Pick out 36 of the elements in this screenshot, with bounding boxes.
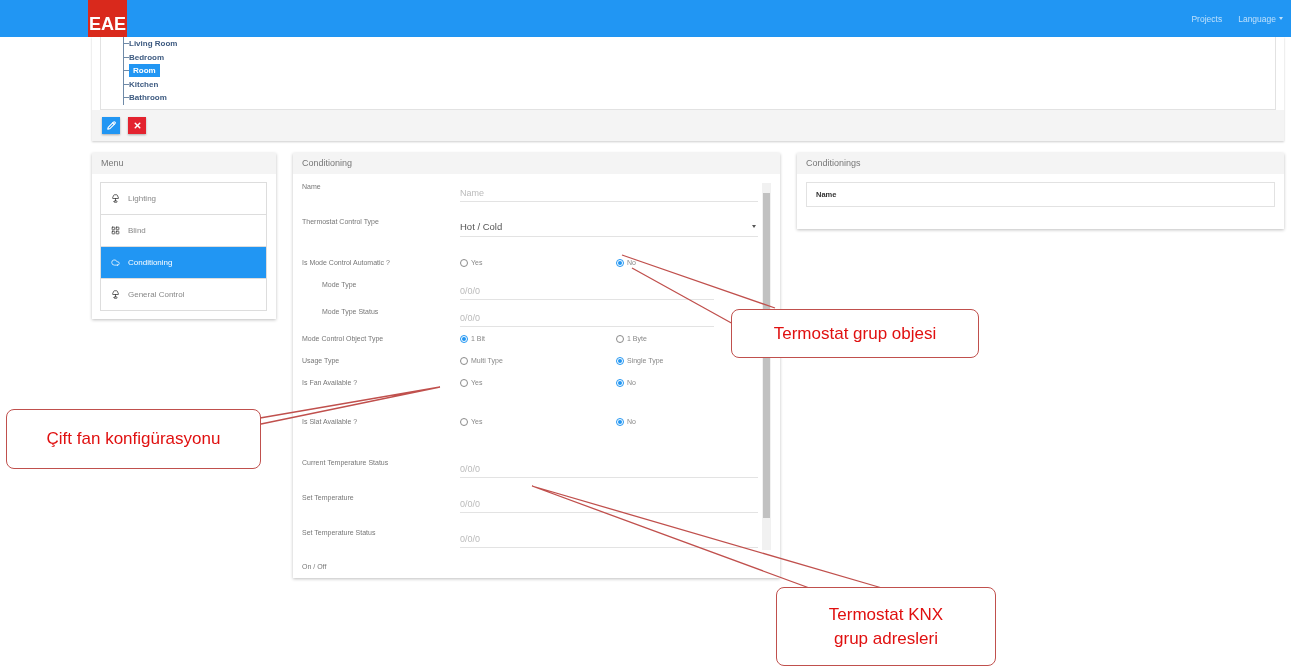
grid-icon bbox=[111, 225, 120, 235]
delete-button[interactable] bbox=[128, 116, 146, 134]
select-field[interactable]: Hot / Cold bbox=[460, 217, 758, 237]
tree-item[interactable]: Room bbox=[129, 64, 160, 78]
nav-link[interactable]: Language bbox=[1238, 13, 1283, 24]
lamp-icon bbox=[111, 193, 120, 203]
callout-note: Termostat grup objesi bbox=[731, 309, 979, 358]
lamp-icon bbox=[111, 289, 120, 299]
caret-icon bbox=[1279, 17, 1283, 20]
cloud-icon bbox=[111, 257, 120, 267]
logo: EAE bbox=[88, 0, 127, 37]
radio-button[interactable] bbox=[616, 258, 624, 267]
radio-button[interactable] bbox=[616, 334, 624, 343]
panel-title: Menu bbox=[92, 152, 276, 174]
radio-button[interactable] bbox=[616, 378, 624, 387]
nav-link[interactable]: Projects bbox=[1191, 13, 1223, 24]
callout-note: Çift fan konfigürasyonu bbox=[6, 409, 261, 469]
panel-title: Conditionings bbox=[797, 152, 1284, 174]
panel-title: Conditioning bbox=[293, 152, 780, 174]
callout-note: Termostat KNX grup adresleri bbox=[776, 587, 996, 666]
close-icon bbox=[132, 120, 142, 130]
radio-button[interactable] bbox=[460, 334, 468, 343]
tree-item[interactable]: Living Room bbox=[129, 39, 178, 49]
tree-item[interactable]: Kitchen bbox=[129, 79, 159, 89]
pencil-icon bbox=[106, 120, 116, 130]
radio-button[interactable] bbox=[460, 417, 468, 426]
tree-item[interactable]: Bedroom bbox=[129, 52, 165, 62]
radio-button[interactable] bbox=[460, 258, 468, 267]
radio-button[interactable] bbox=[616, 417, 624, 426]
caret-icon bbox=[752, 224, 756, 228]
radio-button[interactable] bbox=[460, 356, 468, 365]
tree-item[interactable]: Bathroom bbox=[129, 93, 167, 103]
menu-item[interactable]: Conditioning bbox=[101, 245, 266, 278]
edit-button[interactable] bbox=[102, 116, 120, 134]
radio-button[interactable] bbox=[616, 356, 624, 365]
radio-button[interactable] bbox=[460, 378, 468, 387]
